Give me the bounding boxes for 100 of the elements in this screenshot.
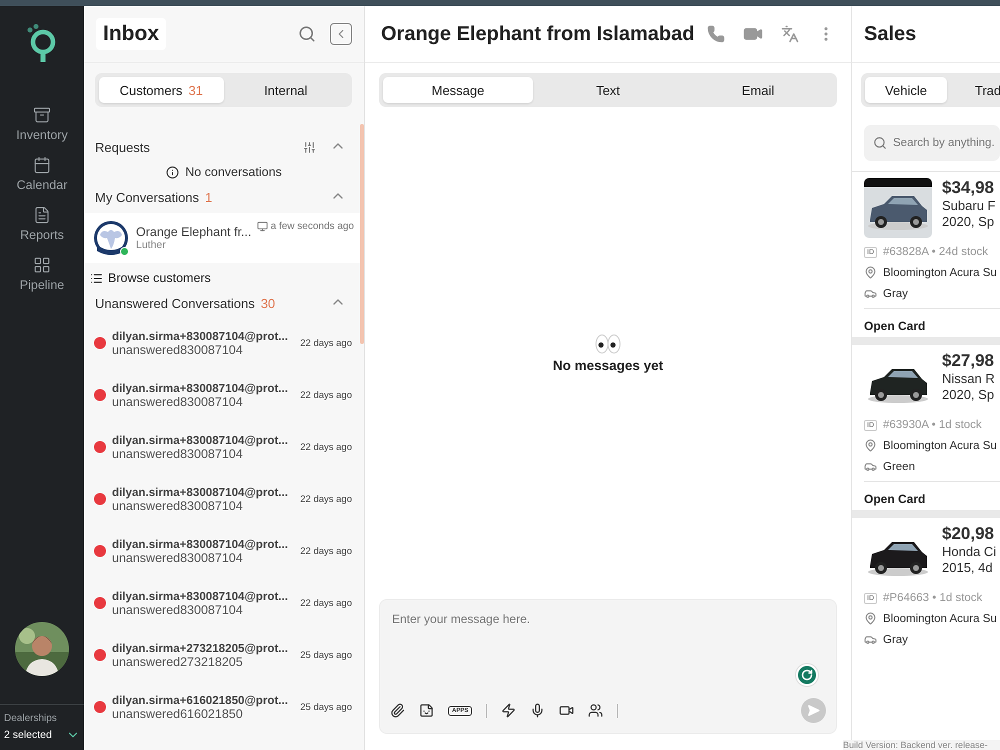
conversation-item[interactable]: dilyan.sirma+273218205@prot... unanswered273218205 25 days ago bbox=[84, 629, 364, 681]
nav-item[interactable]: Pipeline bbox=[20, 256, 64, 292]
contact-subtitle: unanswered830087104 bbox=[112, 550, 244, 564]
video-icon[interactable] bbox=[559, 703, 574, 718]
open-card-link[interactable]: Open Card bbox=[864, 308, 1000, 333]
panel-title: Inbox bbox=[96, 18, 166, 50]
filter-icon[interactable] bbox=[303, 140, 316, 154]
section-title: My Conversations 1 bbox=[95, 190, 212, 204]
translate-icon[interactable] bbox=[781, 25, 799, 43]
contact-subtitle: unanswered830087104 bbox=[112, 498, 244, 512]
nav-item[interactable]: Reports bbox=[20, 206, 64, 242]
timestamp: a few seconds ago bbox=[270, 221, 354, 232]
contact-email: dilyan.sirma+830087104@prot... bbox=[112, 486, 289, 498]
send-icon bbox=[807, 704, 820, 717]
send-button[interactable] bbox=[801, 698, 826, 723]
unread-dot bbox=[94, 545, 106, 557]
section-title: Unanswered Conversations 30 bbox=[95, 296, 276, 310]
tab[interactable]: Message bbox=[383, 77, 533, 103]
contact-subtitle: unanswered273218205 bbox=[112, 654, 244, 668]
conversation-item[interactable]: dilyan.sirma+830087104@prot... unanswered830087104 22 days ago bbox=[84, 317, 364, 369]
contact-subtitle: Luther bbox=[136, 239, 167, 251]
timestamp: 22 days ago bbox=[300, 390, 352, 400]
grid-icon bbox=[32, 256, 51, 274]
microphone-icon[interactable] bbox=[530, 703, 546, 718]
vehicle-trim: 2020, Sp bbox=[942, 386, 995, 402]
nav-item[interactable]: Inventory bbox=[16, 106, 68, 142]
vehicle-price: $34,98 bbox=[942, 178, 995, 198]
contact-email: dilyan.sirma+830087104@prot... bbox=[112, 538, 289, 550]
contact-subtitle: unanswered830087104 bbox=[112, 602, 244, 616]
monitor-icon bbox=[256, 221, 268, 232]
location-text: Bloomington Acura Su bbox=[883, 440, 997, 452]
conversation-item[interactable]: dilyan.sirma+830087104@prot... unanswered830087104 22 days ago bbox=[84, 369, 364, 421]
contact-subtitle: unanswered830087104 bbox=[112, 394, 244, 408]
dealerships-label: Dealerships bbox=[4, 713, 58, 724]
info-icon bbox=[166, 166, 180, 178]
contact-email: dilyan.sirma+830087104@prot... bbox=[112, 330, 289, 342]
empty-message: No conversations bbox=[185, 165, 282, 179]
conversation-title: Orange Elephant from Islamabad bbox=[381, 22, 694, 46]
scrollbar[interactable] bbox=[360, 124, 364, 344]
tab[interactable]: Customers 31 bbox=[99, 77, 224, 103]
lightning-icon[interactable] bbox=[501, 703, 516, 718]
unread-dot bbox=[94, 389, 106, 401]
attach-icon[interactable] bbox=[390, 703, 405, 718]
stock-info: #63930A • 1d stock bbox=[883, 419, 982, 431]
tab[interactable]: Trad bbox=[947, 77, 1000, 103]
search-field[interactable]: Search by anything. bbox=[864, 125, 1000, 161]
nav-item[interactable]: Calendar bbox=[16, 156, 68, 192]
panel-title: Sales bbox=[864, 22, 916, 46]
timestamp: 22 days ago bbox=[300, 598, 352, 608]
conversation-item[interactable]: dilyan.sirma+830087104@prot... unanswered830087104 22 days ago bbox=[84, 525, 364, 577]
logo-icon bbox=[26, 24, 58, 64]
location-icon bbox=[864, 266, 877, 279]
contact-name: Orange Elephant fr... bbox=[136, 225, 249, 239]
people-icon[interactable] bbox=[588, 703, 604, 718]
vehicle-trim: 2015, 4d bbox=[942, 560, 994, 576]
timestamp: 25 days ago bbox=[300, 650, 352, 660]
grammar-check-icon[interactable] bbox=[796, 664, 818, 686]
conversation-item[interactable]: dilyan.sirma+830087104@prot... unanswered830087104 22 days ago bbox=[84, 577, 364, 629]
unread-dot bbox=[94, 441, 106, 453]
section-title: Requests bbox=[95, 140, 150, 154]
tab[interactable]: Internal bbox=[224, 77, 348, 103]
elephant-avatar-icon bbox=[94, 221, 128, 255]
conversation-item[interactable]: dilyan.sirma+830087104@prot... unanswered830087104 22 days ago bbox=[84, 421, 364, 473]
search-icon[interactable] bbox=[298, 25, 316, 43]
timestamp: 22 days ago bbox=[300, 494, 352, 504]
collapse-panel-button[interactable] bbox=[330, 23, 352, 45]
browse-customers-link[interactable]: Browse customers bbox=[84, 263, 364, 289]
vehicle-color: Gray bbox=[883, 634, 908, 646]
timestamp: 25 days ago bbox=[300, 702, 352, 712]
vehicle-model: Nissan R bbox=[942, 371, 995, 387]
tab[interactable]: Email bbox=[683, 77, 833, 103]
contact-email: dilyan.sirma+830087104@prot... bbox=[112, 434, 289, 446]
conversation-item[interactable]: dilyan.sirma+616021850@prot... unanswered616021850 25 days ago bbox=[84, 681, 364, 733]
unread-dot bbox=[94, 493, 106, 505]
tab[interactable]: Text bbox=[533, 77, 683, 103]
tab[interactable]: Vehicle bbox=[865, 77, 947, 103]
unread-dot bbox=[94, 701, 106, 713]
conversation-item[interactable]: dilyan.sirma+830087104@prot... unanswered830087104 22 days ago bbox=[84, 473, 364, 525]
timestamp: 22 days ago bbox=[300, 546, 352, 556]
vehicle-model: Subaru F bbox=[942, 198, 996, 214]
dealership-select[interactable]: 2 selected bbox=[4, 728, 80, 742]
vehicle-color: Gray bbox=[883, 288, 908, 300]
location-icon bbox=[864, 612, 877, 625]
location-icon bbox=[864, 439, 877, 452]
vehicle-price: $20,98 bbox=[942, 524, 995, 544]
contact-email: dilyan.sirma+830087104@prot... bbox=[112, 382, 289, 394]
list-icon bbox=[90, 272, 103, 284]
archive-icon bbox=[32, 106, 51, 124]
contact-subtitle: unanswered830087104 bbox=[112, 342, 244, 356]
phone-icon[interactable] bbox=[707, 25, 725, 43]
vehicle-trim: 2020, Sp bbox=[942, 214, 996, 230]
timestamp: 22 days ago bbox=[300, 442, 352, 452]
sticker-icon[interactable] bbox=[419, 703, 434, 718]
stock-info: #P64663 • 1d stock bbox=[883, 592, 982, 604]
build-version: Build Version: Backend ver. release- bbox=[843, 740, 1000, 750]
open-card-link[interactable]: Open Card bbox=[864, 481, 1000, 506]
vehicle-model: Honda Ci bbox=[942, 544, 996, 560]
contact-email: dilyan.sirma+273218205@prot... bbox=[112, 642, 289, 654]
location-text: Bloomington Acura Su bbox=[883, 612, 997, 624]
timestamp: 22 days ago bbox=[300, 338, 352, 348]
